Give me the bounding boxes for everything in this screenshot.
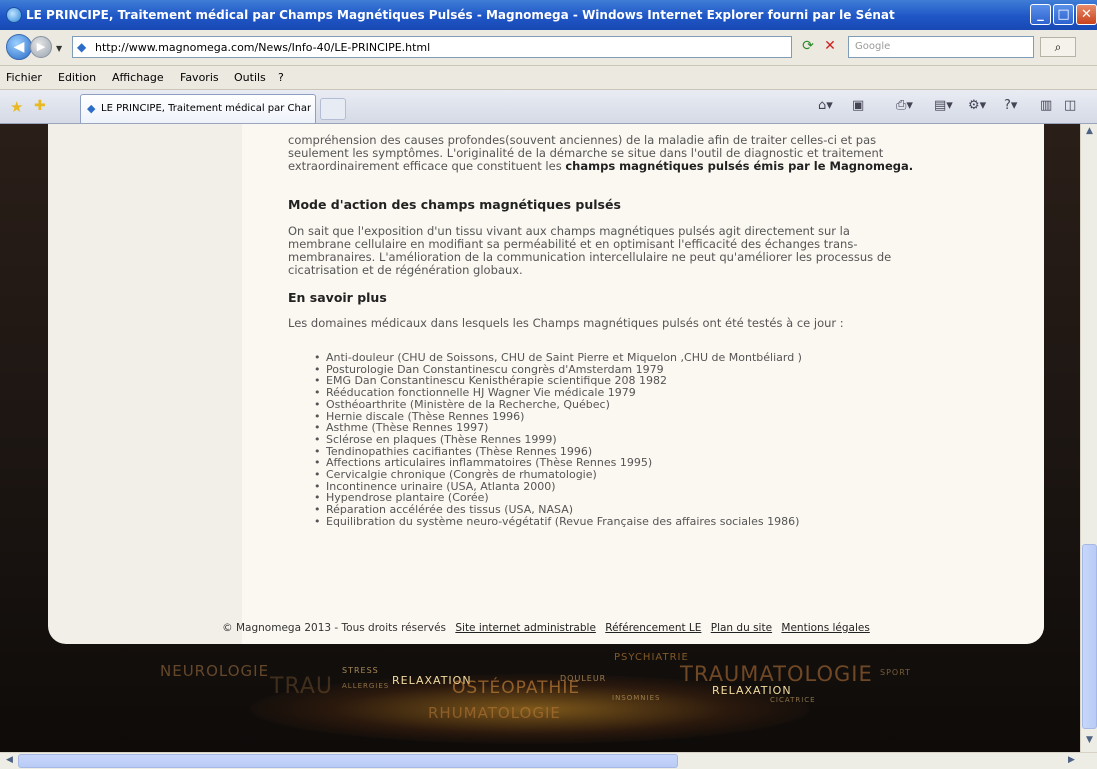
tools-menu-icon[interactable]: ⚙▾	[968, 98, 986, 113]
scroll-right-icon[interactable]: ▶	[1064, 755, 1079, 768]
forward-arrow-icon: ▶	[36, 40, 46, 53]
search-button[interactable]: ⌕	[1040, 37, 1076, 57]
footer-link-site-admin[interactable]: Site internet administrable	[455, 622, 596, 634]
banner-word: INSOMNIES	[612, 694, 661, 702]
list-item: Osthéoarthrite (Ministère de la Recherch…	[312, 399, 802, 411]
vertical-scrollbar[interactable]: ▲ ▼	[1080, 124, 1097, 752]
heading-mode-action: Mode d'action des champs magnétiques pul…	[288, 197, 621, 212]
research-icon[interactable]: ▥	[1040, 98, 1052, 113]
banner-word: TRAU	[270, 674, 333, 699]
more-intro: Les domaines médicaux dans lesquels les …	[288, 316, 844, 330]
banner-word: RHUMATOLOGIE	[428, 704, 561, 722]
history-dropdown-icon[interactable]: ▼	[56, 44, 62, 53]
menu-affichage[interactable]: Affichage	[112, 71, 164, 84]
search-input[interactable]: Google	[848, 36, 1034, 58]
help-icon[interactable]: ?▾	[1004, 98, 1017, 113]
new-tab-button[interactable]	[320, 98, 346, 120]
maximize-icon: □	[1057, 7, 1070, 22]
scroll-up-icon[interactable]: ▲	[1083, 126, 1096, 141]
list-item: Sclérose en plaques (Thèse Rennes 1999)	[312, 434, 802, 446]
heading-en-savoir-plus: En savoir plus	[288, 290, 387, 305]
intro-last-plain: extraordinairement efficace que constitu…	[288, 159, 566, 173]
menu-fichier[interactable]: Fichier	[6, 71, 42, 84]
banner-word: ALLERGIES	[342, 682, 390, 690]
menu-help[interactable]: ?	[278, 71, 284, 84]
stop-button[interactable]: ✕	[820, 38, 840, 56]
close-icon: ✕	[1081, 7, 1092, 22]
forward-button[interactable]: ▶	[30, 36, 52, 58]
page-menu-icon[interactable]: ▤▾	[934, 98, 953, 113]
expand-icon[interactable]: ◫	[1064, 98, 1076, 113]
tab-bar: ★ ✚ ◆ LE PRINCIPE, Traitement médical pa…	[0, 90, 1097, 124]
footer-link-plan-du-site[interactable]: Plan du site	[711, 622, 772, 634]
intro-line: extraordinairement efficace que constitu…	[288, 160, 998, 173]
site-footer: © Magnomega 2013 - Tous droits réservés …	[48, 622, 1044, 634]
minimize-button[interactable]: _	[1030, 4, 1051, 25]
tab-page-icon: ◆	[87, 102, 96, 115]
footer-link-mentions-legales[interactable]: Mentions légales	[781, 622, 869, 634]
main-content: compréhension des causes profondes(souve…	[242, 124, 1044, 644]
scroll-down-icon[interactable]: ▼	[1083, 735, 1096, 750]
list-item: Anti-douleur (CHU de Soissons, CHU de Sa…	[312, 352, 802, 364]
url-field[interactable]: ◆ http://www.magnomega.com/News/Info-40/…	[72, 36, 858, 58]
banner-word: CICATRICE	[770, 696, 816, 704]
banner-word: NEUROLOGIE	[160, 662, 270, 680]
footer-link-referencement[interactable]: Référencement LE	[605, 622, 701, 634]
home-icon[interactable]: ⌂▾	[818, 98, 833, 113]
ie-logo-icon	[6, 7, 22, 23]
refresh-icon: ⟳	[802, 38, 814, 54]
banner-word: STRESS	[342, 666, 379, 675]
banner-word: SPORT	[880, 668, 912, 677]
intro-last-bold: champs magnétiques pulsés émis par le Ma…	[565, 159, 914, 173]
horizontal-scroll-thumb[interactable]	[18, 754, 678, 768]
keyword-banner: NEUROLOGIE TRAU STRESS RELAXATION OSTÉOP…	[0, 644, 1080, 752]
mode-line: cicatrisation et de régénération globaux…	[288, 263, 523, 277]
horizontal-scrollbar[interactable]: ◀ ▶	[0, 752, 1097, 769]
back-arrow-icon: ◀	[13, 39, 25, 55]
minimize-icon: _	[1037, 7, 1044, 22]
window-title: LE PRINCIPE, Traitement médical par Cham…	[26, 8, 895, 22]
page-viewport: compréhension des causes profondes(souve…	[0, 124, 1080, 752]
vertical-scroll-thumb[interactable]	[1082, 544, 1097, 729]
page-icon: ◆	[77, 40, 87, 54]
favorites-star-icon[interactable]: ★	[10, 98, 23, 116]
medical-domains-list: Anti-douleur (CHU de Soissons, CHU de Sa…	[312, 352, 802, 528]
banner-word: PSYCHIATRIE	[614, 652, 689, 663]
title-bar: LE PRINCIPE, Traitement médical par Cham…	[0, 0, 1097, 30]
url-text: http://www.magnomega.com/News/Info-40/LE…	[95, 41, 431, 54]
search-placeholder: Google	[855, 41, 891, 52]
stop-icon: ✕	[824, 38, 836, 54]
search-icon: ⌕	[1054, 40, 1062, 54]
list-item: Equilibration du système neuro-végétatif…	[312, 516, 802, 528]
menu-outils[interactable]: Outils	[234, 71, 266, 84]
tab-active[interactable]: ◆ LE PRINCIPE, Traitement médical par Ch…	[80, 94, 316, 123]
back-button[interactable]: ◀	[6, 34, 32, 60]
menu-edition[interactable]: Edition	[58, 71, 96, 84]
address-bar: ◀ ▶ ▼ ◆ http://www.magnomega.com/News/In…	[0, 30, 1097, 66]
refresh-button[interactable]: ⟳	[798, 38, 818, 56]
list-item: Cervicalgie chronique (Congrès de rhumat…	[312, 469, 802, 481]
banner-word: DOULEUR	[560, 674, 607, 683]
menu-favoris[interactable]: Favoris	[180, 71, 219, 84]
page-card: compréhension des causes profondes(souve…	[48, 124, 1044, 644]
intro-paragraph: compréhension des causes profondes(souve…	[288, 134, 998, 173]
copyright-text: © Magnomega 2013 - Tous droits réservés	[222, 622, 447, 634]
tab-label: LE PRINCIPE, Traitement médical par Cham…	[101, 103, 311, 114]
mode-paragraph: On sait que l'exposition d'un tissu viva…	[288, 225, 998, 277]
maximize-button[interactable]: □	[1053, 4, 1074, 25]
scroll-left-icon[interactable]: ◀	[2, 755, 17, 768]
menu-bar: Fichier Edition Affichage Favoris Outils…	[0, 66, 1097, 90]
feeds-icon[interactable]: ▣	[852, 98, 864, 113]
print-icon[interactable]: ⎙▾	[896, 98, 913, 113]
banner-word: TRAUMATOLOGIE	[680, 662, 873, 686]
close-button[interactable]: ✕	[1076, 4, 1097, 25]
add-favorite-icon[interactable]: ✚	[34, 98, 46, 114]
